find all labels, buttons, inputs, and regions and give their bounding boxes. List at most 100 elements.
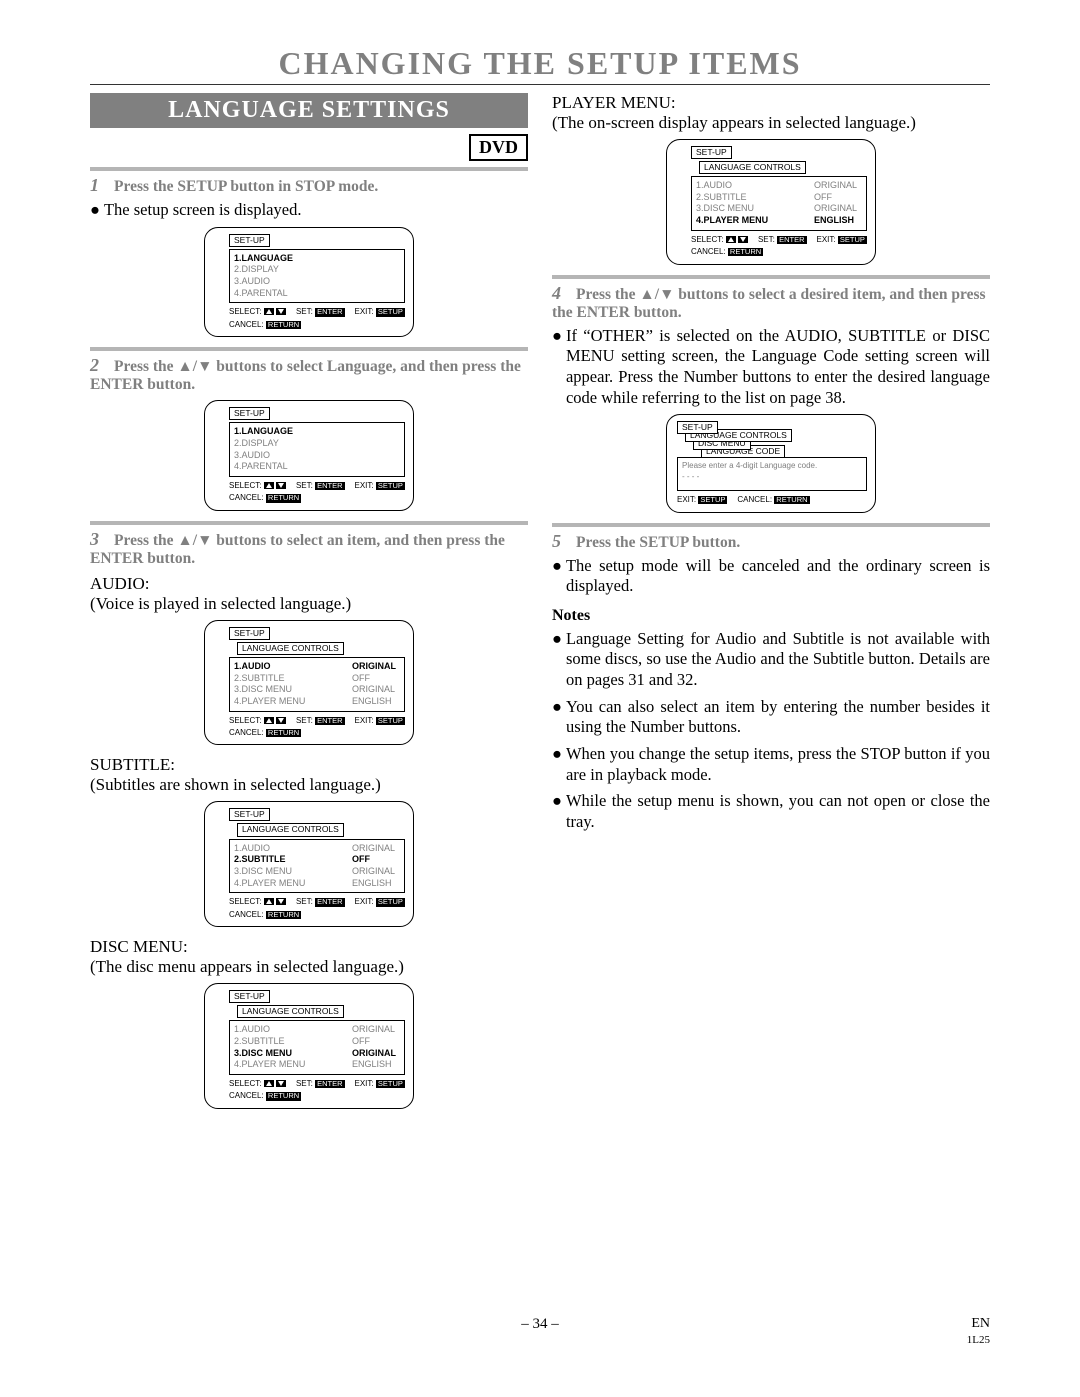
disc-label: DISC MENU: <box>90 937 528 957</box>
osd-foot-exit: EXIT: <box>355 481 374 490</box>
osd-val: ENGLISH <box>352 878 400 890</box>
osd-foot-enter: ENTER <box>315 1080 344 1088</box>
step-5-text: Press the SETUP button. <box>576 534 740 551</box>
osd-foot-return: RETURN <box>728 248 763 256</box>
osd-foot-enter: ENTER <box>777 236 806 244</box>
divider <box>90 167 528 171</box>
osd-foot-exit: EXIT: <box>817 235 836 244</box>
subtitle-label: SUBTITLE: <box>90 755 528 775</box>
osd-code-dashes: - - - - <box>682 472 862 482</box>
osd-item: 2.SUBTITLE <box>234 673 285 685</box>
note-item: ●While the setup menu is shown, you can … <box>552 791 990 832</box>
osd-footer: EXIT: SETUP CANCEL: RETURN <box>677 495 867 505</box>
osd-foot-set: SET: <box>296 481 313 490</box>
osd-foot-exit: EXIT: <box>355 307 374 316</box>
osd-item: 4.PARENTAL <box>234 461 288 473</box>
osd-foot-enter: ENTER <box>315 308 344 316</box>
osd-item: 4.PLAYER MENU <box>696 215 768 227</box>
osd-foot-setup: SETUP <box>376 1080 405 1088</box>
osd-item: 4.PLAYER MENU <box>234 1059 305 1071</box>
section-header: LANGUAGE SETTINGS <box>90 93 528 128</box>
osd-tab-setup: SET-UP <box>229 234 270 247</box>
osd-root-language: SET-UP 1.LANGUAGE 2.DISPLAY 3.AUDIO 4.PA… <box>204 227 414 338</box>
osd-foot-exit: EXIT: <box>677 495 696 504</box>
step-2-text: Press the ▲/▼ buttons to select Language… <box>90 358 521 393</box>
note-item: ●You can also select an item by entering… <box>552 697 990 738</box>
osd-val: ORIGINAL <box>352 1024 400 1036</box>
osd-item: 2.SUBTITLE <box>234 1036 285 1048</box>
title-rule <box>90 84 990 85</box>
note-text: When you change the setup items, press t… <box>566 744 990 785</box>
osd-item: 2.SUBTITLE <box>234 854 286 866</box>
step-2: 2Press the ▲/▼ buttons to select Languag… <box>90 355 528 394</box>
audio-label: AUDIO: <box>90 574 528 594</box>
note-text: While the setup menu is shown, you can n… <box>566 791 990 832</box>
divider <box>552 523 990 527</box>
osd-item: 3.DISC MENU <box>234 684 292 696</box>
osd-val: ENGLISH <box>814 215 862 227</box>
osd-val: ORIGINAL <box>352 843 400 855</box>
osd-lang-discmenu: SET-UP LANGUAGE CONTROLS 1.AUDIOORIGINAL… <box>204 983 414 1109</box>
osd-foot-exit: EXIT: <box>355 716 374 725</box>
osd-tab-setup: SET-UP <box>229 627 270 640</box>
osd-foot-set: SET: <box>296 307 313 316</box>
divider <box>90 347 528 351</box>
note-item: ●When you change the setup items, press … <box>552 744 990 785</box>
osd-foot-return: RETURN <box>774 496 809 504</box>
audio-desc: (Voice is played in selected language.) <box>90 594 528 614</box>
osd-item: 1.AUDIO <box>234 661 271 673</box>
step-1-text: Press the SETUP button in STOP mode. <box>114 178 378 195</box>
osd-foot-select: SELECT: <box>229 897 261 906</box>
divider <box>552 275 990 279</box>
step-4-bullet: ●If “OTHER” is selected on the AUDIO, SU… <box>552 326 990 409</box>
osd-val: ENGLISH <box>352 1059 400 1071</box>
osd-val: ORIGINAL <box>352 684 400 696</box>
osd-foot-setup: SETUP <box>376 308 405 316</box>
osd-tab-setup: SET-UP <box>691 146 732 159</box>
osd-footer: SELECT: SET: ENTER EXIT: SETUP CANCEL: R… <box>229 307 405 330</box>
osd-lang-playermenu: SET-UP LANGUAGE CONTROLS 1.AUDIOORIGINAL… <box>666 139 876 265</box>
osd-item: 4.PARENTAL <box>234 288 288 300</box>
step-3-text: Press the ▲/▼ buttons to select an item,… <box>90 532 505 567</box>
osd-val: OFF <box>352 854 400 866</box>
osd-footer: SELECT: SET: ENTER EXIT: SETUP CANCEL: R… <box>691 235 867 258</box>
osd-foot-cancel: CANCEL: <box>737 495 772 504</box>
osd-footer: SELECT: SET: ENTER EXIT: SETUP CANCEL: R… <box>229 897 405 920</box>
disc-desc: (The disc menu appears in selected langu… <box>90 957 528 977</box>
osd-foot-select: SELECT: <box>229 716 261 725</box>
step-1-bullet: ●The setup screen is displayed. <box>90 200 528 221</box>
osd-language-code: SET-UP LANGUAGE CONTROLS DISC MENU LANGU… <box>666 414 876 512</box>
osd-foot-setup: SETUP <box>376 898 405 906</box>
osd-tab-setup: SET-UP <box>677 421 718 434</box>
osd-foot-cancel: CANCEL: <box>229 320 264 329</box>
osd-item: 3.DISC MENU <box>234 1048 292 1060</box>
osd-item: 2.DISPLAY <box>234 264 279 276</box>
subtitle-desc: (Subtitles are shown in selected languag… <box>90 775 528 795</box>
osd-footer: SELECT: SET: ENTER EXIT: SETUP CANCEL: R… <box>229 1079 405 1102</box>
osd-foot-set: SET: <box>296 897 313 906</box>
osd-foot-cancel: CANCEL: <box>229 910 264 919</box>
osd-footer: SELECT: SET: ENTER EXIT: SETUP CANCEL: R… <box>229 481 405 504</box>
osd-foot-return: RETURN <box>266 1092 301 1100</box>
step-1: 1Press the SETUP button in STOP mode. <box>90 175 528 196</box>
osd-foot-return: RETURN <box>266 494 301 502</box>
osd-tab-langcontrols: LANGUAGE CONTROLS <box>237 642 344 655</box>
osd-foot-cancel: CANCEL: <box>229 1091 264 1100</box>
step-4: 4Press the ▲/▼ buttons to select a desir… <box>552 283 990 322</box>
osd-tab-setup: SET-UP <box>229 990 270 1003</box>
osd-tab-langcontrols: LANGUAGE CONTROLS <box>699 161 806 174</box>
osd-foot-select: SELECT: <box>229 1079 261 1088</box>
osd-item: 3.AUDIO <box>234 450 270 462</box>
osd-foot-set: SET: <box>296 716 313 725</box>
osd-foot-cancel: CANCEL: <box>229 493 264 502</box>
osd-lang-audio: SET-UP LANGUAGE CONTROLS 1.AUDIO ORIGINAL… <box>204 620 414 746</box>
osd-item: 1.AUDIO <box>234 1024 270 1036</box>
osd-item: 3.AUDIO <box>234 276 270 288</box>
osd-foot-enter: ENTER <box>315 898 344 906</box>
osd-foot-enter: ENTER <box>315 482 344 490</box>
step-5-bullet: ●The setup mode will be canceled and the… <box>552 556 990 597</box>
osd-foot-exit: EXIT: <box>355 897 374 906</box>
osd-foot-setup: SETUP <box>376 482 405 490</box>
player-desc: (The on-screen display appears in select… <box>552 113 990 133</box>
osd-item: 4.PLAYER MENU <box>234 696 305 708</box>
